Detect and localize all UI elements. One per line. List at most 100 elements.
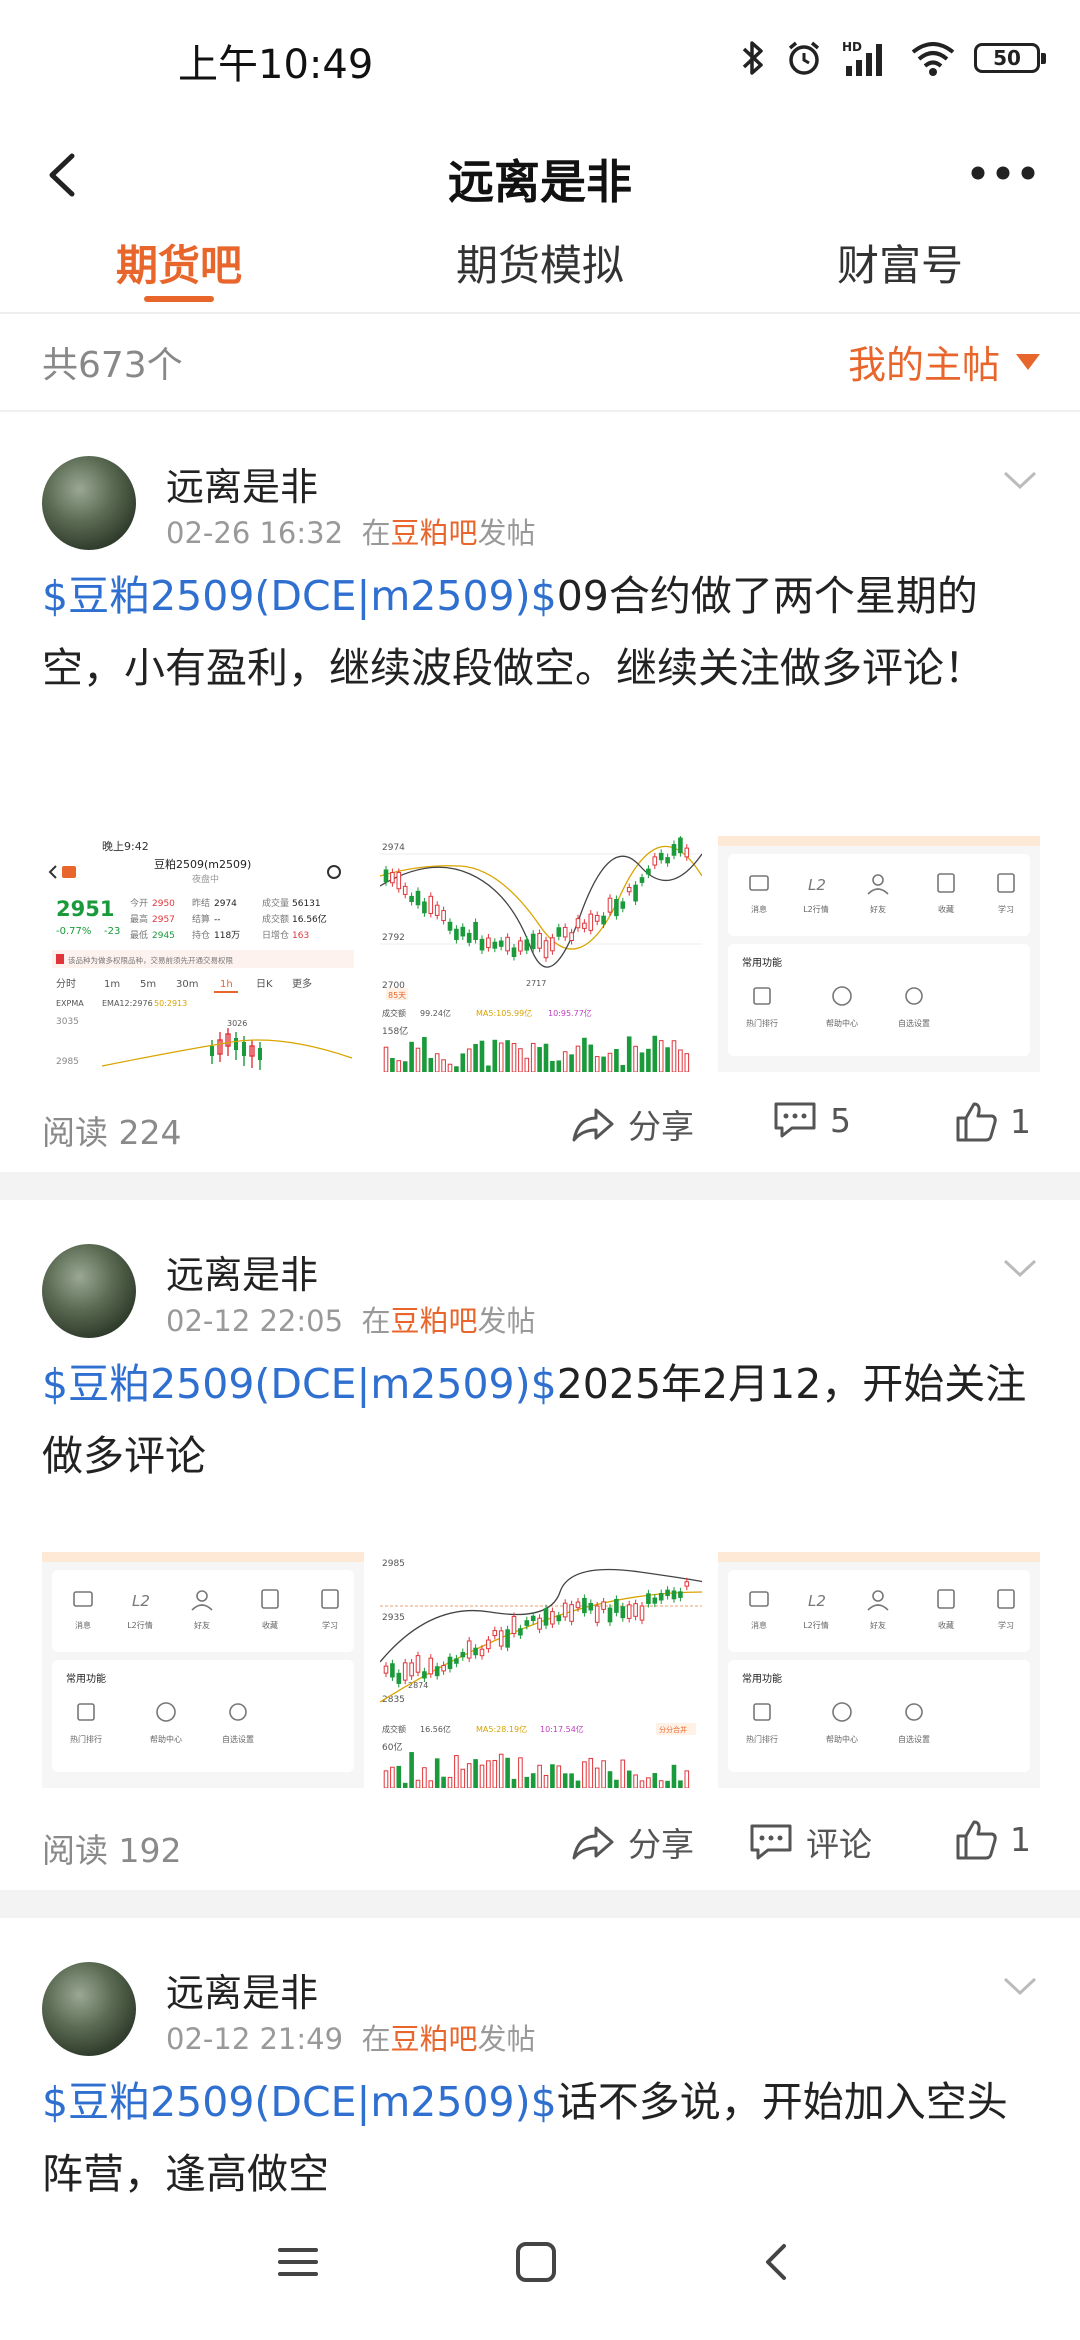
thumbs-up-icon: [956, 1820, 997, 1860]
svg-text:收藏: 收藏: [938, 904, 954, 914]
battery-icon: 50: [974, 43, 1046, 73]
candle-body: [466, 932, 472, 943]
svg-text:MA5:28.19亿: MA5:28.19亿: [476, 1724, 527, 1734]
stock-tag-link[interactable]: $豆粕2509(DCE|m2509)$: [42, 572, 557, 620]
menu-icon[interactable]: [276, 2240, 320, 2284]
candle-body: [594, 1605, 600, 1623]
svg-text:85天: 85天: [388, 991, 406, 1000]
avatar[interactable]: [42, 1244, 136, 1338]
post-author[interactable]: 远离是非: [166, 1244, 318, 1299]
svg-text:99.24亿: 99.24亿: [420, 1008, 451, 1018]
post-image-2[interactable]: 2985 2935 2835 2874 成交额 16.56亿 MA5:28.19…: [380, 1552, 702, 1788]
post-content[interactable]: $豆粕2509(DCE|m2509)$话不多说，开始加入空头阵营，逢高做空: [42, 2066, 1042, 2200]
like-button[interactable]: 1: [954, 1818, 1031, 1860]
post-meta: 02-12 22:05 在豆粕吧发帖: [166, 1298, 536, 1340]
volume-bar: [434, 1758, 440, 1788]
post-divider: [0, 1172, 1080, 1200]
candle-body: [626, 1604, 632, 1619]
post-card[interactable]: 远离是非 02-12 21:49 在豆粕吧发帖 $豆粕2509(DCE|m250…: [0, 1918, 1080, 2200]
post-count: 共673个: [42, 345, 183, 386]
post-image-2[interactable]: 2974 2792 2700 2717 85天 成交额 99.24亿 MA5:1…: [380, 836, 702, 1072]
candle-body: [390, 872, 395, 884]
candle-body: [633, 884, 638, 902]
volume-bar: [556, 1060, 562, 1072]
volume-bar: [620, 1065, 626, 1072]
post-content[interactable]: $豆粕2509(DCE|m2509)$2025年2月12，开始关注做多评论: [42, 1348, 1042, 1492]
post-in: 在: [361, 1304, 391, 1338]
more-options-icon[interactable]: [968, 148, 1038, 198]
like-count: 1: [1010, 1101, 1031, 1141]
tab-active-indicator: [144, 296, 214, 302]
list-subheader: 共673个 我的主帖: [0, 314, 1080, 412]
thumb-status: 夜盘中: [192, 873, 219, 885]
svg-text:5m: 5m: [140, 979, 156, 990]
volume-bar: [396, 1060, 402, 1072]
candle-body: [518, 1628, 523, 1636]
svg-text:EXPMA: EXPMA: [56, 999, 84, 1008]
post-bar-link[interactable]: 豆粕吧: [391, 516, 478, 550]
volume-bar: [505, 1040, 510, 1072]
candle-body: [473, 1647, 478, 1656]
chevron-down-icon[interactable]: [1002, 468, 1038, 492]
back-icon[interactable]: [756, 2240, 800, 2284]
tab-futures-bar[interactable]: 期货吧: [116, 232, 242, 293]
thumb-price: 2951: [56, 897, 114, 921]
avatar[interactable]: [42, 456, 136, 550]
candle-body: [658, 1593, 664, 1601]
post-author[interactable]: 远离是非: [166, 1962, 318, 2017]
post-card[interactable]: 远离是非 02-26 16:32 在豆粕吧发帖 $豆粕2509(DCE|m250…: [0, 412, 1080, 1172]
home-icon[interactable]: [514, 2240, 558, 2284]
volume-bar: [492, 1759, 498, 1788]
candle-body: [652, 1597, 658, 1604]
post-bar-link[interactable]: 豆粕吧: [391, 1304, 478, 1338]
svg-text:热门排行: 热门排行: [746, 1018, 778, 1028]
candle-body: [511, 1615, 517, 1634]
svg-text:L2: L2: [132, 1592, 150, 1610]
candle-body: [614, 898, 619, 917]
chevron-down-icon[interactable]: [1002, 1256, 1038, 1280]
posts-filter-dropdown[interactable]: 我的主帖: [848, 334, 1040, 389]
chevron-down-icon[interactable]: [1002, 1974, 1038, 1998]
candle-body: [588, 913, 594, 931]
bluetooth-icon: [742, 41, 763, 75]
volume-bar: [562, 1773, 568, 1788]
thumb-time: 晚上9:42: [102, 840, 149, 853]
candle-body: [402, 1662, 408, 1681]
share-button[interactable]: 分享: [570, 1818, 694, 1866]
post-bar-link[interactable]: 豆粕吧: [391, 2022, 478, 2056]
comment-button[interactable]: 评论: [748, 1818, 872, 1866]
volume-bar: [665, 1780, 670, 1788]
like-button[interactable]: 1: [954, 1100, 1031, 1142]
comment-button[interactable]: 5: [772, 1100, 851, 1140]
post-image-3[interactable]: L2 消息 L2行情 好友 收藏 学习 常用功能 热门排行 帮助中心 自选设置: [718, 836, 1040, 1072]
candle-body: [646, 1593, 651, 1604]
volume-bar: [383, 1046, 389, 1072]
svg-text:2985: 2985: [56, 1057, 79, 1067]
avatar[interactable]: [42, 1962, 136, 2056]
stock-tag-link[interactable]: $豆粕2509(DCE|m2509)$: [42, 1360, 557, 1408]
svg-text:L2: L2: [808, 1592, 826, 1610]
candle-body: [665, 1589, 670, 1597]
candle-body: [434, 904, 440, 916]
post-author[interactable]: 远离是非: [166, 456, 318, 511]
share-button[interactable]: 分享: [570, 1100, 694, 1148]
candle-body: [396, 871, 402, 890]
post-image-3[interactable]: L2 消息 L2行情 好友 收藏 学习 常用功能 热门排行 帮助中心 自选设置: [718, 1552, 1040, 1788]
svg-text:2974: 2974: [382, 843, 405, 853]
post-card[interactable]: 远离是非 02-12 22:05 在豆粕吧发帖 $豆粕2509(DCE|m250…: [0, 1200, 1080, 1890]
volume-bar: [428, 1780, 434, 1788]
svg-text:自选设置: 自选设置: [222, 1734, 254, 1744]
post-time: 02-12 21:49: [166, 2022, 344, 2056]
volume-bar: [626, 1770, 632, 1788]
candle-body: [409, 895, 414, 902]
post-image-1[interactable]: L2 消息 L2行情 好友 收藏 学习 常用功能 热门排行 帮助中心 自选设置: [42, 1552, 364, 1788]
svg-text:常用功能: 常用功能: [742, 1672, 782, 1685]
volume-bar: [390, 1766, 395, 1788]
post-content[interactable]: $豆粕2509(DCE|m2509)$09合约做了两个星期的空，小有盈利，继续波…: [42, 560, 1042, 704]
volume-bar: [671, 1764, 677, 1788]
tab-futures-sim[interactable]: 期货模拟: [456, 232, 624, 293]
tab-wealth[interactable]: 财富号: [837, 232, 963, 293]
comment-icon: [774, 1102, 816, 1138]
post-image-1[interactable]: 晚上9:42 豆粕2509(m2509) 夜盘中 2951 -0.77% -23…: [42, 836, 364, 1072]
stock-tag-link[interactable]: $豆粕2509(DCE|m2509)$: [42, 2078, 557, 2126]
